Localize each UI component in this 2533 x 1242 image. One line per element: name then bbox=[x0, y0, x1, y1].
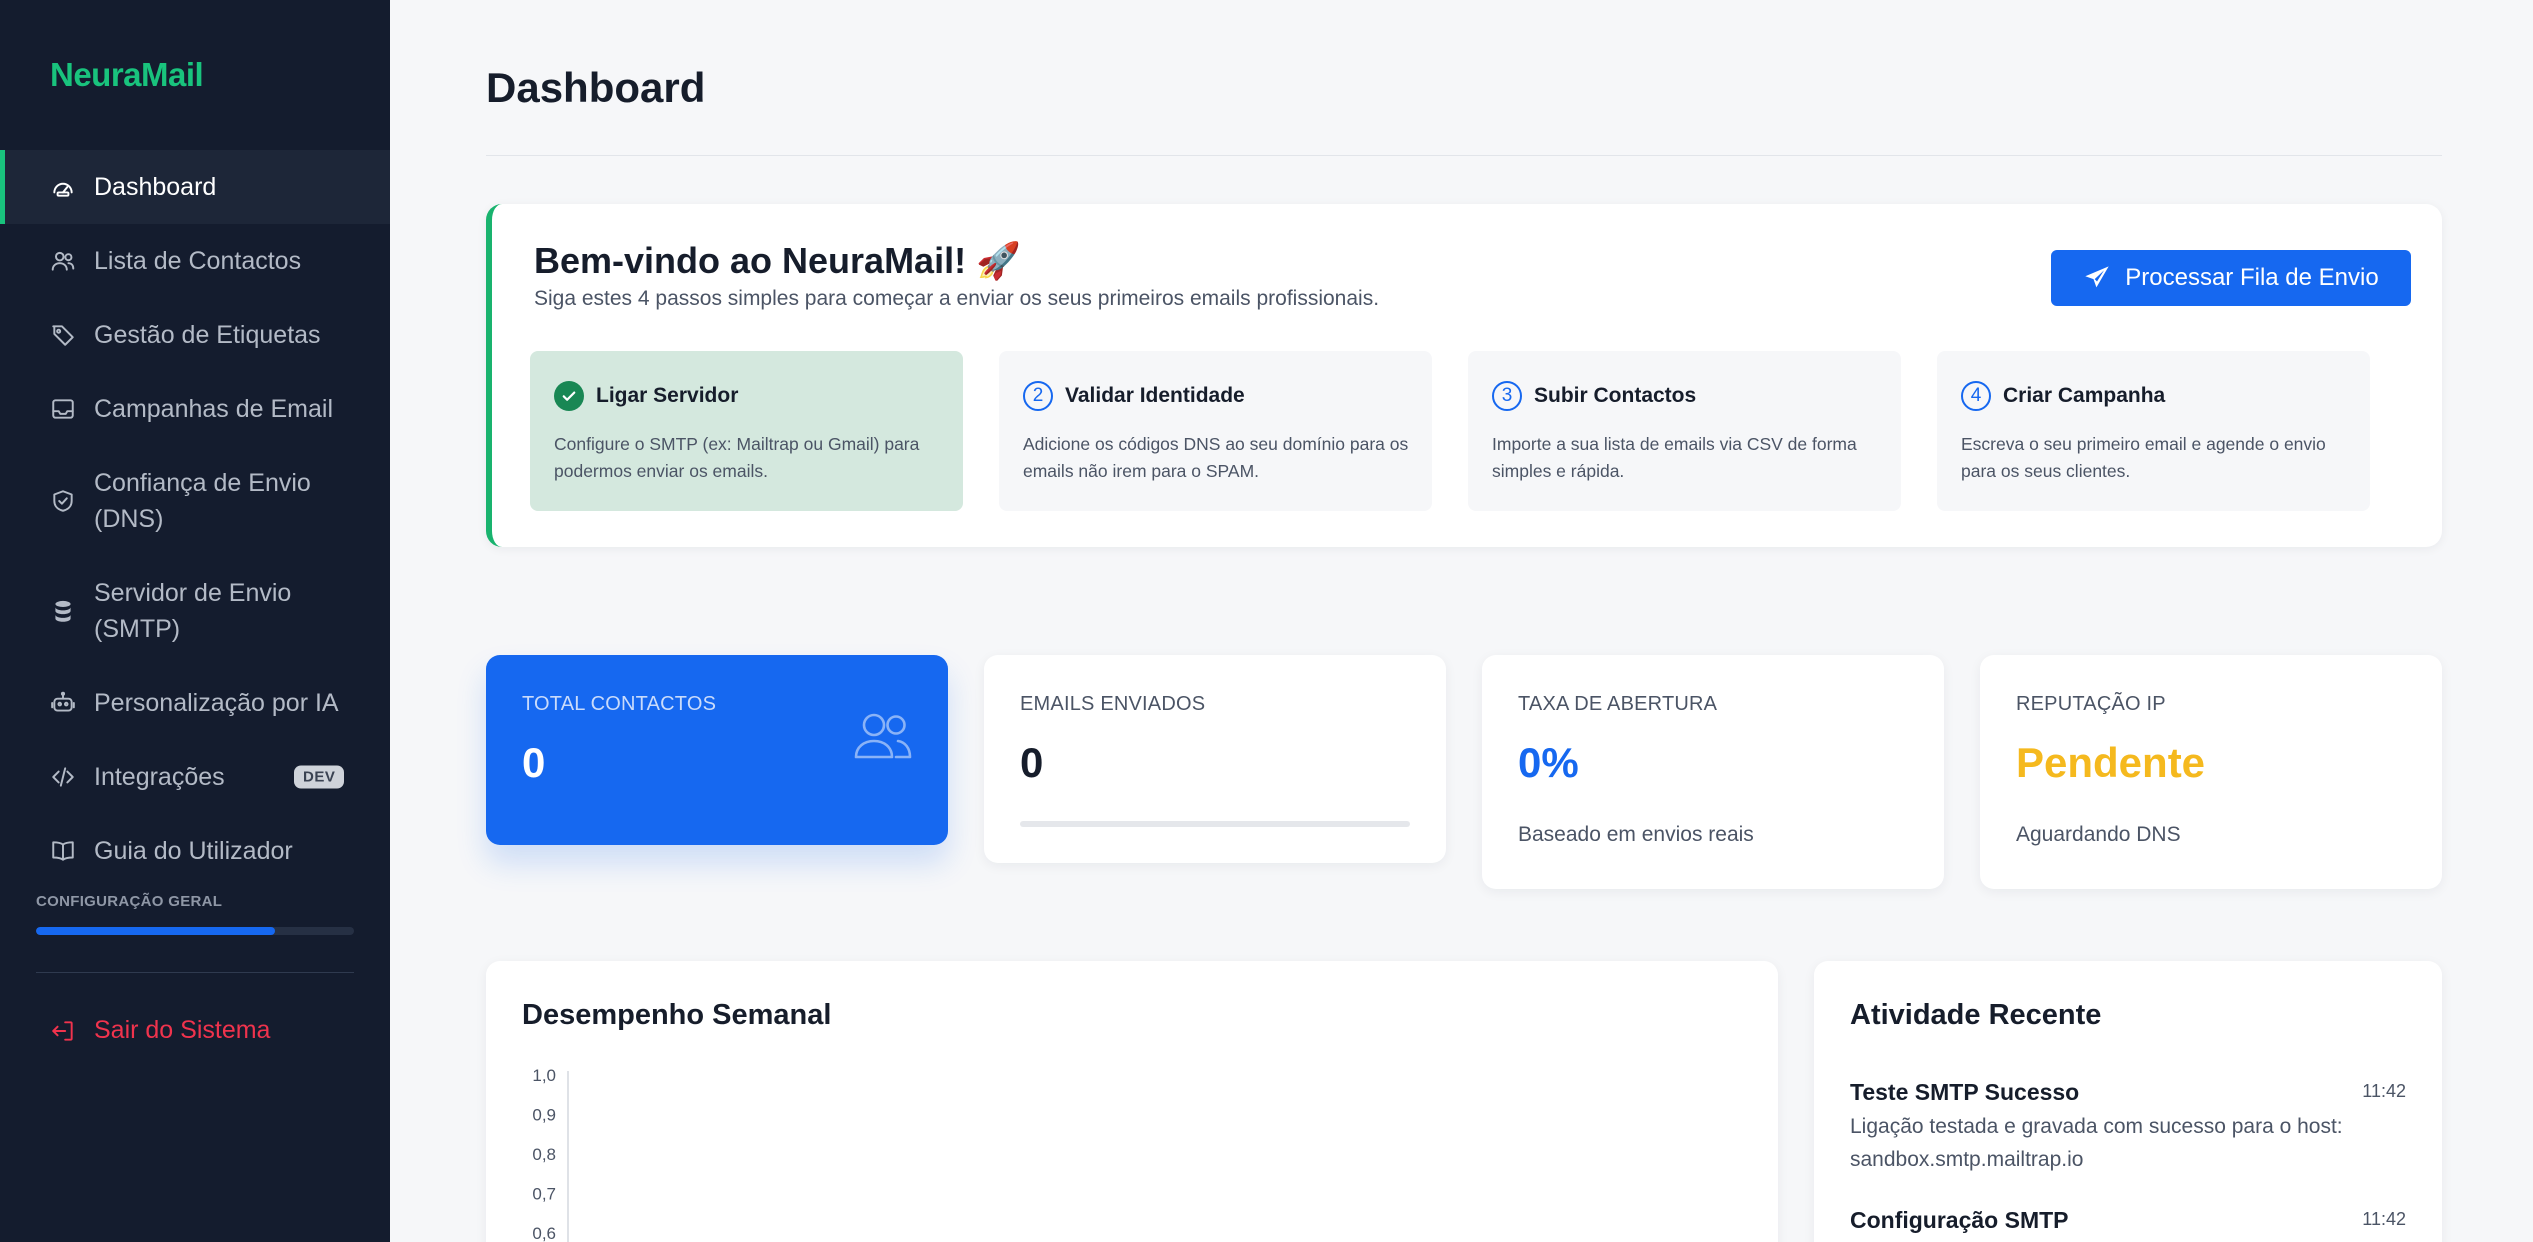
database-icon bbox=[50, 598, 76, 624]
sidebar-item-label: Servidor de Envio (SMTP) bbox=[94, 579, 292, 643]
activity-time: 11:42 bbox=[2362, 1081, 2406, 1101]
y-tick-label: 0,6 bbox=[532, 1224, 556, 1242]
sidebar-item-contacts[interactable]: Lista de Contactos bbox=[0, 224, 390, 298]
recent-activity-panel: Atividade Recente Teste SMTP Sucesso 11:… bbox=[1814, 961, 2442, 1242]
robot-icon bbox=[50, 690, 76, 716]
emails-sent-progress bbox=[1020, 821, 1410, 827]
step-title: Criar Campanha bbox=[2003, 384, 2166, 407]
sidebar-item-dashboard[interactable]: Dashboard bbox=[0, 150, 390, 224]
tag-icon bbox=[50, 322, 76, 348]
weekly-chart: 1,0 0,9 0,8 0,7 0,6 bbox=[532, 1066, 569, 1242]
sidebar-item-label: Confiança de Envio (DNS) bbox=[94, 469, 311, 533]
step-validate-identity[interactable]: 2 Validar Identidade Adicione os códigos… bbox=[999, 351, 1432, 511]
y-tick-label: 0,8 bbox=[532, 1145, 556, 1164]
sidebar-item-label: Personalização por IA bbox=[94, 689, 339, 717]
panel-title: Atividade Recente bbox=[1850, 999, 2102, 1031]
logout-icon bbox=[52, 1020, 73, 1041]
sidebar-item-ai[interactable]: Personalização por IA bbox=[0, 666, 390, 740]
config-progress bbox=[36, 927, 354, 935]
step-connect-server[interactable]: Ligar Servidor Configure o SMTP (ex: Mai… bbox=[530, 351, 963, 511]
process-queue-button[interactable]: Processar Fila de Envio bbox=[2051, 250, 2411, 306]
check-icon bbox=[554, 381, 584, 411]
step-number: 4 bbox=[1961, 381, 1991, 411]
brand-logo[interactable]: NeuraMail bbox=[50, 56, 204, 94]
stat-value: 0% bbox=[1518, 739, 1579, 786]
activity-description: Ligação testada e gravada com sucesso pa… bbox=[1850, 1115, 2343, 1171]
activity-title: Teste SMTP Sucesso bbox=[1850, 1079, 2080, 1105]
step-description: Escreva o seu primeiro email e agende o … bbox=[1961, 434, 2326, 481]
sidebar-item-label: Dashboard bbox=[94, 173, 217, 201]
users-icon bbox=[50, 248, 76, 274]
stat-note: Aguardando DNS bbox=[2016, 823, 2181, 846]
y-tick-label: 0,9 bbox=[532, 1106, 556, 1125]
stat-value: 0 bbox=[522, 739, 546, 786]
step-header: 4 Criar Campanha bbox=[1961, 381, 2165, 411]
stat-label: EMAILS ENVIADOS bbox=[1020, 693, 1206, 715]
title-divider bbox=[486, 155, 2442, 156]
stat-ip-reputation: REPUTAÇÃO IP Pendente Aguardando DNS bbox=[1980, 655, 2442, 889]
step-title: Subir Contactos bbox=[1534, 384, 1697, 407]
process-queue-label: Processar Fila de Envio bbox=[2125, 264, 2379, 291]
book-icon bbox=[50, 838, 76, 864]
sidebar-item-label: Guia do Utilizador bbox=[94, 837, 293, 865]
sidebar-item-tags[interactable]: Gestão de Etiquetas bbox=[0, 298, 390, 372]
stat-label: TAXA DE ABERTURA bbox=[1518, 693, 1718, 715]
stat-value: 0 bbox=[1020, 739, 1044, 786]
users-icon bbox=[852, 709, 914, 761]
stat-label: REPUTAÇÃO IP bbox=[2016, 693, 2166, 715]
stat-label: TOTAL CONTACTOS bbox=[522, 693, 717, 715]
inbox-icon bbox=[50, 396, 76, 422]
sidebar-item-campaigns[interactable]: Campanhas de Email bbox=[0, 372, 390, 446]
welcome-subtitle: Siga estes 4 passos simples para começar… bbox=[534, 287, 1380, 310]
welcome-title: Bem-vindo ao NeuraMail! 🚀 bbox=[534, 240, 1021, 281]
stat-total-contacts: TOTAL CONTACTOS 0 bbox=[486, 655, 948, 845]
y-tick-label: 0,7 bbox=[532, 1185, 556, 1204]
page-title: Dashboard bbox=[486, 64, 706, 111]
config-progress-fill bbox=[36, 927, 275, 935]
y-tick-label: 1,0 bbox=[532, 1066, 556, 1085]
shield-icon bbox=[50, 488, 76, 514]
step-title: Ligar Servidor bbox=[596, 384, 739, 407]
step-create-campaign[interactable]: 4 Criar Campanha Escreva o seu primeiro … bbox=[1937, 351, 2370, 511]
sidebar-item-dns[interactable]: Confiança de Envio (DNS) bbox=[0, 446, 390, 556]
step-title: Validar Identidade bbox=[1065, 384, 1245, 407]
logout-label: Sair do Sistema bbox=[94, 1016, 271, 1044]
logout-button[interactable]: Sair do Sistema bbox=[50, 1016, 270, 1045]
sidebar-nav: Dashboard Lista de Contactos Gestão de E… bbox=[0, 150, 390, 888]
step-number: 3 bbox=[1492, 381, 1522, 411]
step-header: 3 Subir Contactos bbox=[1492, 381, 1696, 411]
activity-title: Configuração SMTP bbox=[1850, 1207, 2069, 1233]
step-upload-contacts[interactable]: 3 Subir Contactos Importe a sua lista de… bbox=[1468, 351, 1901, 511]
activity-item: Configuração SMTP 11:42 bbox=[1850, 1207, 2406, 1234]
sidebar-item-label: Lista de Contactos bbox=[94, 247, 302, 275]
step-description: Adicione os códigos DNS ao seu domínio p… bbox=[1023, 434, 1409, 481]
sidebar-item-smtp[interactable]: Servidor de Envio (SMTP) bbox=[0, 556, 390, 666]
sidebar-item-label: Integrações bbox=[94, 763, 225, 791]
activity-time: 11:42 bbox=[2362, 1209, 2406, 1229]
send-icon bbox=[2085, 266, 2109, 288]
step-header: Ligar Servidor bbox=[554, 381, 738, 411]
sidebar: NeuraMail Dashboard Lista de Contactos G… bbox=[0, 0, 390, 1242]
gauge-icon bbox=[50, 174, 76, 200]
stat-value: Pendente bbox=[2016, 739, 2206, 786]
config-label: CONFIGURAÇÃO GERAL bbox=[36, 893, 223, 910]
stat-emails-sent: EMAILS ENVIADOS 0 bbox=[984, 655, 1446, 863]
stat-open-rate: TAXA DE ABERTURA 0% Baseado em envios re… bbox=[1482, 655, 1944, 889]
sidebar-item-label: Campanhas de Email bbox=[94, 395, 334, 423]
sidebar-item-guide[interactable]: Guia do Utilizador bbox=[0, 814, 390, 888]
weekly-performance-panel: Desempenho Semanal 1,0 0,9 0,8 0,7 0,6 bbox=[486, 961, 1778, 1242]
code-icon bbox=[50, 764, 76, 790]
stat-note: Baseado em envios reais bbox=[1518, 823, 1754, 846]
sidebar-item-label: Gestão de Etiquetas bbox=[94, 321, 321, 349]
step-description: Importe a sua lista de emails via CSV de… bbox=[1492, 434, 1857, 481]
step-description: Configure o SMTP (ex: Mailtrap ou Gmail)… bbox=[554, 434, 920, 481]
dev-badge: DEV bbox=[294, 765, 345, 789]
step-number: 2 bbox=[1023, 381, 1053, 411]
welcome-card: Bem-vindo ao NeuraMail! 🚀 Siga estes 4 p… bbox=[486, 204, 2442, 547]
activity-item: Teste SMTP Sucesso 11:42 Ligação testada… bbox=[1850, 1079, 2406, 1176]
sidebar-divider bbox=[36, 972, 354, 973]
step-header: 2 Validar Identidade bbox=[1023, 381, 1245, 411]
sidebar-item-integrations[interactable]: Integrações DEV bbox=[0, 740, 390, 814]
